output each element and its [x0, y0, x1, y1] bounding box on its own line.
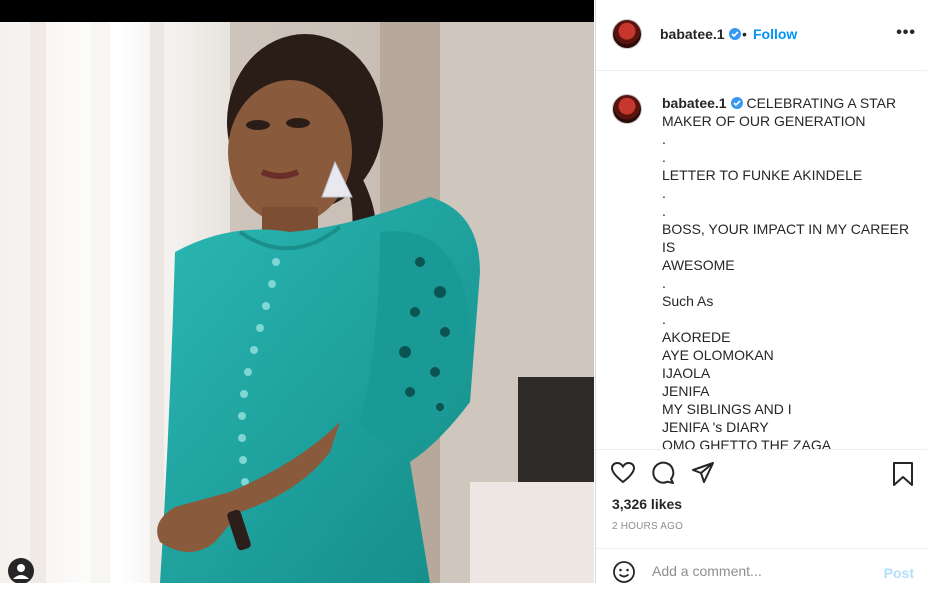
follow-button[interactable]: Follow — [753, 26, 797, 42]
user-tag-icon[interactable] — [8, 558, 34, 583]
author-name-row: babatee.1 — [660, 26, 741, 44]
caption-line: AYE OLOMOKAN — [662, 347, 774, 363]
like-count[interactable]: 3,326 likes — [612, 496, 682, 512]
paper-plane-icon[interactable] — [691, 461, 715, 490]
post-caption: babatee.1 CELEBRATING A STAR MAKER OF OU… — [662, 94, 914, 454]
caption-line: MY SIBLINGS AND I — [662, 401, 792, 417]
caption-line: . — [662, 185, 666, 201]
caption-first-line: babatee.1 CELEBRATING A STAR — [662, 94, 914, 112]
caption-line: . — [662, 131, 666, 147]
post-timestamp[interactable]: 2 HOURS AGO — [612, 521, 683, 532]
top-black-bar — [0, 0, 594, 22]
bookmark-icon[interactable] — [892, 461, 914, 492]
caption-username[interactable]: babatee.1 — [662, 95, 727, 111]
caption-line: . — [662, 149, 666, 165]
comment-bar: Post — [596, 548, 927, 584]
post-header: babatee.1 • Follow ••• — [596, 0, 927, 71]
verified-badge-icon — [728, 28, 741, 40]
caption-line: JENIFA — [662, 383, 710, 399]
comment-bubble-icon[interactable] — [650, 460, 676, 491]
caption-line: MAKER OF OUR GENERATION — [662, 113, 866, 129]
post-side-panel: babatee.1 • Follow ••• babatee.1 CELEBRA… — [595, 0, 927, 583]
caption-line: . — [662, 311, 666, 327]
verified-badge-icon — [730, 97, 743, 109]
more-options-icon[interactable]: ••• — [896, 24, 916, 42]
caption-line: AKOREDE — [662, 329, 731, 345]
caption-line: . — [662, 203, 666, 219]
avatar[interactable] — [612, 19, 642, 49]
caption-line: JENIFA 's DIARY — [662, 419, 769, 435]
caption-line: CELEBRATING A STAR — [746, 95, 897, 111]
separator-dot: • — [742, 26, 747, 42]
caption-line: . — [662, 275, 666, 291]
caption-line: LETTER TO FUNKE AKINDELE — [662, 167, 863, 183]
caption-line: BOSS, YOUR IMPACT IN MY CAREER IS — [662, 221, 910, 255]
caption-line: AWESOME — [662, 257, 735, 273]
post-image-illustration — [0, 22, 594, 583]
post-comment-button[interactable]: Post — [884, 565, 914, 581]
post-photo[interactable] — [0, 22, 594, 583]
heart-icon[interactable] — [610, 461, 636, 490]
emoji-icon[interactable] — [612, 560, 636, 589]
caption-line: IJAOLA — [662, 365, 711, 381]
caption-line: Such As — [662, 293, 714, 309]
comment-input[interactable] — [652, 563, 872, 579]
author-username[interactable]: babatee.1 — [660, 26, 725, 42]
caption-avatar[interactable] — [612, 94, 642, 124]
